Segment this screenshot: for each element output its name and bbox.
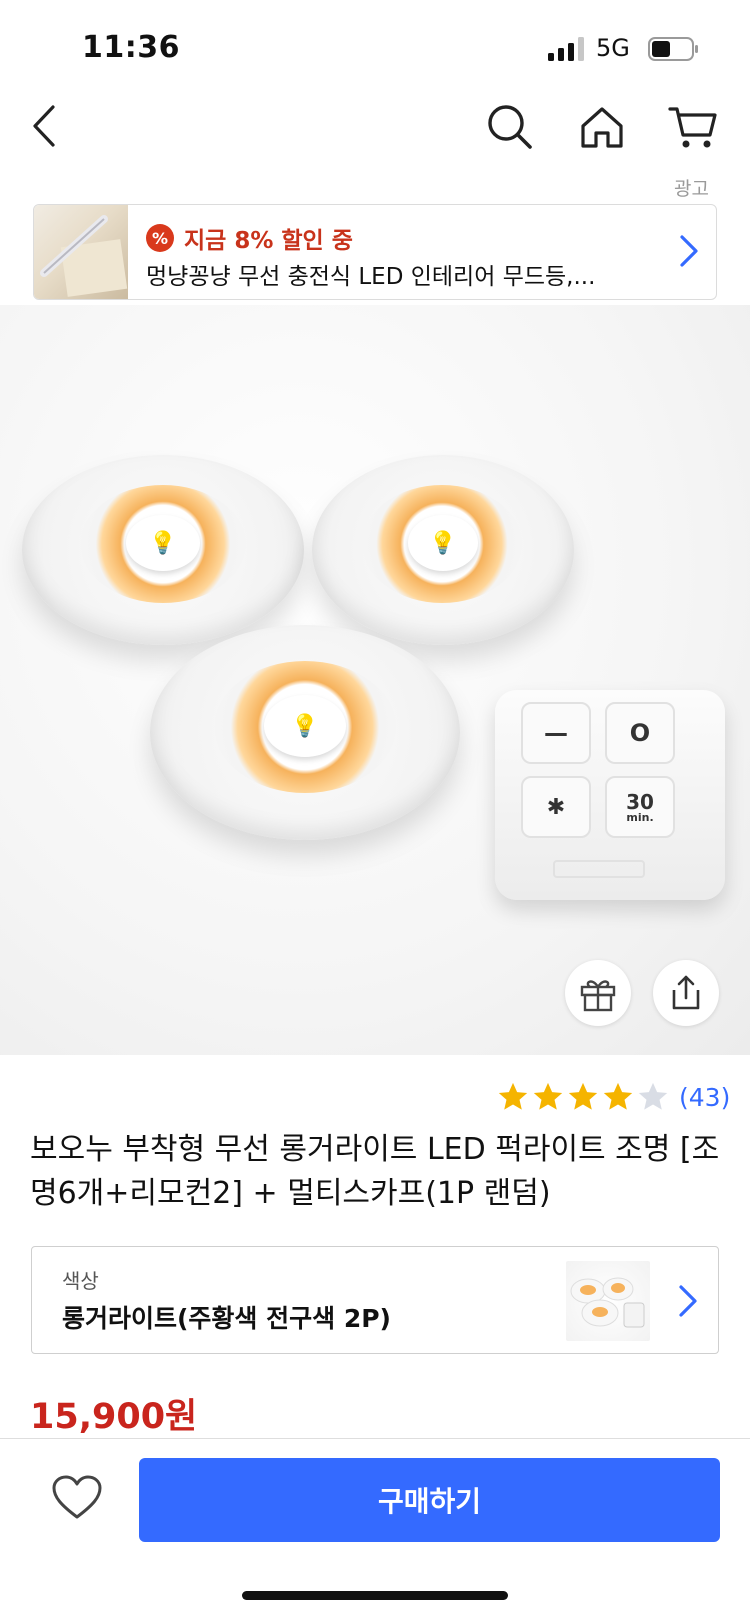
option-selector[interactable]: 색상 롱거라이트(주황색 전구색 2P) [31, 1246, 719, 1354]
remote-timer-unit: min. [626, 810, 654, 824]
star-filled-icon [568, 1082, 598, 1110]
home-indicator [242, 1591, 508, 1600]
star-filled-icon [533, 1082, 563, 1110]
gift-icon [580, 980, 616, 1012]
option-value: 롱거라이트(주황색 전구색 2P) [62, 1304, 391, 1333]
rating[interactable]: (43) [496, 1080, 730, 1114]
lightbulb-icon: 💡 [264, 695, 346, 757]
product-image[interactable]: 💡 💡 💡 — O ✱ 30 min. [0, 305, 750, 1055]
lamp-book-image [40, 215, 128, 297]
battery-icon [648, 37, 698, 61]
puck-light: 💡 [150, 625, 460, 840]
discount-text: 지금 8% 할인 중 [184, 228, 353, 254]
ad-title: 멍냥꽁냥 무선 충전식 LED 인테리어 무드등,... [146, 264, 596, 290]
percent-icon: % [146, 224, 174, 252]
chevron-right-icon [680, 235, 698, 267]
status-bar: 11:36 5G [0, 0, 750, 90]
option-product-image [570, 1277, 645, 1328]
cellular-signal-icon [548, 37, 584, 61]
discount-badge: % 지금 8% 할인 중 [146, 221, 353, 255]
network-type: 5G [596, 34, 630, 62]
puck-light: 💡 [22, 455, 304, 645]
home-button[interactable] [572, 97, 632, 157]
share-button[interactable] [653, 960, 719, 1026]
share-icon [672, 975, 700, 1010]
star-filled-icon [498, 1082, 528, 1110]
ad-thumbnail [34, 205, 128, 299]
price: 15,900원 [30, 1397, 198, 1437]
chevron-right-icon [679, 1285, 697, 1317]
heart-icon [52, 1475, 102, 1519]
remote-dim-key: ✱ [521, 776, 591, 838]
chevron-left-icon [33, 105, 55, 147]
home-icon [581, 107, 623, 148]
top-navigation [0, 90, 750, 180]
star-empty-icon [638, 1082, 668, 1110]
star-filled-icon [603, 1082, 633, 1110]
remote-slot [553, 860, 645, 878]
cart-button[interactable] [663, 97, 723, 157]
ad-banner[interactable]: % 지금 8% 할인 중 멍냥꽁냥 무선 충전식 LED 인테리어 무드등,..… [33, 204, 717, 300]
remote-off-key: — [521, 702, 591, 764]
remote-timer-value: 30 [626, 789, 654, 814]
bottom-action-bar: 구매하기 [0, 1438, 750, 1623]
review-count[interactable]: (43) [679, 1083, 730, 1112]
search-button[interactable] [480, 97, 540, 157]
cart-icon [668, 107, 717, 148]
search-icon [488, 105, 532, 149]
option-thumbnail [566, 1261, 650, 1341]
ad-label: 광고 [674, 178, 709, 200]
remote-on-key: O [605, 702, 675, 764]
buy-button[interactable]: 구매하기 [139, 1458, 720, 1542]
back-button[interactable] [16, 96, 76, 156]
wishlist-button[interactable] [46, 1467, 108, 1529]
product-title: 보오누 부착형 무선 롱거라이트 LED 퍽라이트 조명 [조명6개+리모컨2]… [30, 1132, 720, 1211]
lightbulb-icon: 💡 [126, 515, 200, 571]
status-time: 11:36 [82, 30, 180, 65]
remote-timer-key: 30 min. [605, 776, 675, 838]
option-label: 색상 [62, 1269, 99, 1293]
remote-control: — O ✱ 30 min. [495, 690, 725, 900]
lightbulb-icon: 💡 [408, 515, 478, 571]
gift-button[interactable] [565, 960, 631, 1026]
puck-light: 💡 [312, 455, 574, 645]
